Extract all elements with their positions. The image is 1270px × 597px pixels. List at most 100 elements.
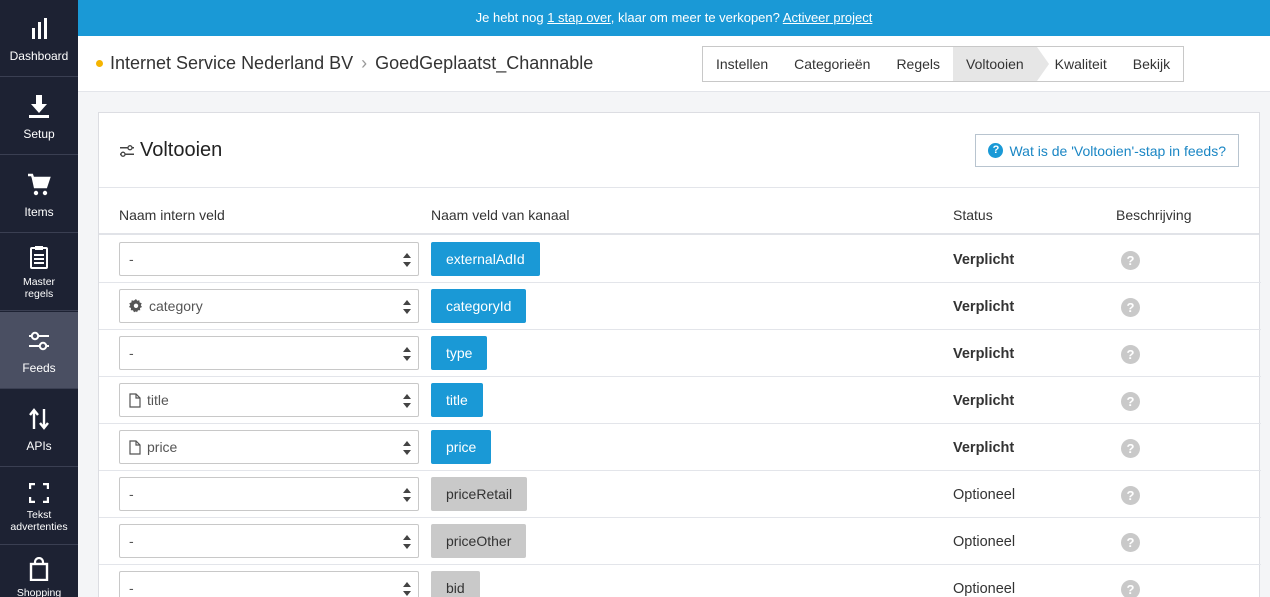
select-value: - bbox=[129, 251, 134, 267]
bar-chart-icon bbox=[0, 16, 78, 42]
select-arrows-icon bbox=[403, 394, 411, 408]
breadcrumb-company[interactable]: Internet Service Nederland BV bbox=[110, 53, 353, 74]
table-row: title title Verplicht? bbox=[99, 377, 1261, 424]
sidebar: Dashboard Setup Items Master regels Feed… bbox=[0, 0, 78, 597]
sidebar-item-label: Tekst advertenties bbox=[10, 509, 68, 533]
table-header: Naam intern veld Naam veld van kanaal St… bbox=[99, 188, 1259, 235]
question-icon[interactable]: ? bbox=[1121, 251, 1140, 270]
status-text: Verplicht bbox=[953, 346, 1015, 362]
page-header: Internet Service Nederland BV › GoedGepl… bbox=[78, 36, 1270, 92]
sidebar-item-shopping[interactable]: Shopping bbox=[0, 546, 78, 597]
sidebar-item-label: Dashboard bbox=[9, 49, 69, 63]
column-header-description: Beschrijving bbox=[1116, 207, 1192, 223]
column-header-channel: Naam veld van kanaal bbox=[431, 207, 570, 223]
file-icon bbox=[129, 439, 141, 455]
table-row: - bid Optioneel? bbox=[99, 565, 1261, 597]
status-text: Verplicht bbox=[953, 393, 1015, 409]
activation-banner: Je hebt nog 1 stap over, klaar om meer t… bbox=[78, 0, 1270, 36]
select-arrows-icon bbox=[403, 488, 411, 502]
frame-corners-icon bbox=[0, 480, 78, 506]
sidebar-item-label: Shopping bbox=[16, 587, 62, 597]
internal-field-select[interactable]: - bbox=[119, 571, 419, 597]
sidebar-item-master-regels[interactable]: Master regels bbox=[0, 234, 78, 311]
internal-field-select[interactable]: category bbox=[119, 289, 419, 323]
sidebar-item-apis[interactable]: APIs bbox=[0, 390, 78, 467]
activate-project-link[interactable]: Activeer project bbox=[783, 10, 873, 25]
step-voltooien[interactable]: Voltooien bbox=[953, 47, 1049, 81]
table-row: - externalAdId Verplicht? bbox=[99, 236, 1261, 283]
sidebar-item-tekst-advertenties[interactable]: Tekst advertenties bbox=[0, 468, 78, 545]
question-icon[interactable]: ? bbox=[1121, 439, 1140, 458]
sidebar-item-label: Items bbox=[24, 205, 54, 219]
status-text: Optioneel bbox=[953, 581, 1016, 597]
question-icon: ? bbox=[988, 143, 1004, 158]
status-text: Optioneel bbox=[953, 534, 1016, 550]
help-button[interactable]: ? Wat is de 'Voltooien'-stap in feeds? bbox=[975, 134, 1239, 167]
column-header-status: Status bbox=[953, 207, 993, 223]
status-text: Verplicht bbox=[953, 299, 1015, 315]
internal-field-select[interactable]: - bbox=[119, 242, 419, 276]
breadcrumb-project[interactable]: GoedGeplaatst_Channable bbox=[375, 53, 593, 74]
step-bekijk[interactable]: Bekijk bbox=[1120, 47, 1183, 81]
internal-field-select[interactable]: - bbox=[119, 477, 419, 511]
select-arrows-icon bbox=[403, 300, 411, 314]
select-arrows-icon bbox=[403, 253, 411, 267]
table-row: category categoryId Verplicht? bbox=[99, 283, 1261, 330]
status-text: Verplicht bbox=[953, 440, 1015, 456]
status-text: Optioneel bbox=[953, 487, 1016, 503]
internal-field-select[interactable]: price bbox=[119, 430, 419, 464]
sidebar-item-items[interactable]: Items bbox=[0, 156, 78, 233]
select-value: - bbox=[129, 533, 134, 549]
column-header-internal: Naam intern veld bbox=[119, 207, 225, 223]
arrows-updown-icon bbox=[0, 406, 78, 432]
banner-text-middle: , klaar om meer te verkopen? bbox=[610, 10, 783, 25]
status-dot bbox=[96, 60, 103, 67]
sidebar-item-dashboard[interactable]: Dashboard bbox=[0, 0, 78, 77]
step-categorieen[interactable]: Categorieën bbox=[781, 47, 883, 81]
question-icon[interactable]: ? bbox=[1121, 533, 1140, 552]
channel-field-tag: title bbox=[431, 383, 483, 417]
status-text: Verplicht bbox=[953, 252, 1015, 268]
step-navigation: Instellen Categorieën Regels Voltooien K… bbox=[702, 46, 1185, 82]
step-regels[interactable]: Regels bbox=[883, 47, 953, 81]
channel-field-tag: priceOther bbox=[431, 524, 527, 558]
chevron-right-icon: › bbox=[361, 53, 368, 73]
banner-text: Je hebt nog bbox=[475, 10, 548, 25]
table-row: price price Verplicht? bbox=[99, 424, 1261, 471]
question-icon[interactable]: ? bbox=[1121, 298, 1140, 317]
select-value: - bbox=[129, 580, 134, 596]
step-instellen[interactable]: Instellen bbox=[703, 47, 781, 81]
select-value: - bbox=[129, 486, 134, 502]
internal-field-select[interactable]: title bbox=[119, 383, 419, 417]
voltooien-panel: Voltooien ? Wat is de 'Voltooien'-stap i… bbox=[98, 112, 1261, 597]
table-row: - priceRetail Optioneel? bbox=[99, 471, 1261, 518]
gear-icon bbox=[129, 299, 143, 313]
sidebar-item-label: Setup bbox=[23, 127, 55, 141]
shopping-bag-icon bbox=[0, 556, 78, 582]
select-value: price bbox=[147, 439, 178, 455]
panel-title-text: Voltooien bbox=[140, 139, 223, 161]
file-icon bbox=[129, 392, 141, 408]
sidebar-item-setup[interactable]: Setup bbox=[0, 78, 78, 155]
internal-field-select[interactable]: - bbox=[119, 524, 419, 558]
select-arrows-icon bbox=[403, 582, 411, 596]
channel-field-tag: bid bbox=[431, 571, 480, 597]
question-icon[interactable]: ? bbox=[1121, 392, 1140, 411]
steps-left-link[interactable]: 1 stap over bbox=[547, 10, 611, 25]
question-icon[interactable]: ? bbox=[1121, 345, 1140, 364]
question-icon[interactable]: ? bbox=[1121, 486, 1140, 505]
channel-field-tag: type bbox=[431, 336, 488, 370]
internal-field-select[interactable]: - bbox=[119, 336, 419, 370]
sidebar-item-feeds[interactable]: Feeds bbox=[0, 312, 78, 389]
select-value: - bbox=[129, 345, 134, 361]
sidebar-item-label: Feeds bbox=[22, 361, 56, 375]
select-value: category bbox=[149, 298, 203, 314]
question-icon[interactable]: ? bbox=[1121, 580, 1140, 597]
channel-field-tag: priceRetail bbox=[431, 477, 528, 511]
sliders-icon bbox=[0, 328, 78, 354]
sliders-icon bbox=[120, 144, 134, 157]
sidebar-item-label: Master regels bbox=[22, 276, 56, 300]
channel-field-tag: price bbox=[431, 430, 492, 464]
step-kwaliteit[interactable]: Kwaliteit bbox=[1037, 47, 1120, 81]
cart-icon bbox=[0, 172, 78, 198]
